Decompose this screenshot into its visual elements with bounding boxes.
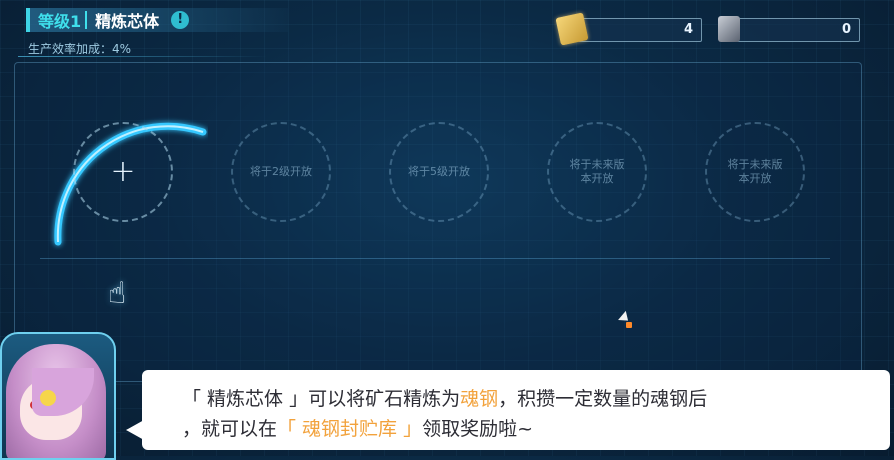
dialog-line-2: ，就可以在「 魂钢封贮库 」领取奖励啦~ bbox=[182, 414, 533, 441]
refine-slot-3: 将于5级开放 bbox=[389, 122, 489, 222]
resource-ore[interactable]: 4 bbox=[555, 12, 702, 46]
panel-divider bbox=[40, 258, 830, 259]
add-core-plus-icon: + bbox=[110, 154, 136, 189]
slot-2-label: 将于2级开放 bbox=[250, 165, 312, 178]
dialog-line-1: 「 精炼芯体 」可以将矿石精炼为魂钢，积攒一定数量的魂钢后 bbox=[182, 384, 707, 411]
resource-steel-count: 0 bbox=[841, 22, 851, 37]
refine-slot-2: 将于2级开放 bbox=[231, 122, 331, 222]
dialog-highlight-soul-steel: 魂钢 bbox=[460, 388, 499, 410]
title-separator bbox=[85, 11, 88, 29]
header-divider bbox=[18, 56, 268, 57]
tutorial-hand-pointer-icon: ☝ bbox=[108, 276, 127, 311]
dialog-text-2b: 领取奖励啦~ bbox=[422, 418, 534, 440]
mouse-cursor-badge bbox=[626, 322, 632, 328]
soul-steel-icon bbox=[718, 16, 740, 42]
refine-slot-5: 将于未来版本开放 bbox=[705, 122, 805, 222]
page-title: 精炼芯体 bbox=[95, 12, 160, 31]
smiley-pin-icon bbox=[40, 390, 56, 406]
production-bonus-text: 生产效率加成：4% bbox=[28, 42, 132, 56]
refine-slot-1[interactable]: + bbox=[73, 122, 173, 222]
resource-steel-box: 0 bbox=[736, 18, 860, 42]
slot-5-label: 将于未来版本开放 bbox=[727, 158, 783, 185]
level-label: 等级1 bbox=[38, 12, 82, 31]
ore-chip-icon bbox=[555, 12, 589, 46]
dialog-text-2a: ，就可以在 bbox=[182, 418, 278, 440]
refine-slot-4: 将于未来版本开放 bbox=[547, 122, 647, 222]
dialog-text-1b: ，积攒一定数量的魂钢后 bbox=[498, 388, 708, 410]
resource-ore-count: 4 bbox=[683, 22, 693, 37]
slot-4-label: 将于未来版本开放 bbox=[569, 158, 625, 185]
tutorial-dialog[interactable]: 「 精炼芯体 」可以将矿石精炼为魂钢，积攒一定数量的魂钢后 ，就可以在「 魂钢封… bbox=[126, 370, 890, 450]
resource-soul-steel[interactable]: 0 bbox=[714, 15, 860, 43]
title-bar: 等级1 精炼芯体 ! bbox=[26, 8, 288, 32]
info-icon[interactable]: ! bbox=[171, 11, 190, 29]
dialog-highlight-storage: 「 魂钢封贮库 」 bbox=[277, 418, 423, 440]
npc-avatar bbox=[0, 332, 116, 460]
resource-ore-box: 4 bbox=[578, 18, 702, 42]
slot-3-label: 将于5级开放 bbox=[408, 165, 470, 178]
dialog-text-1a: 「 精炼芯体 」可以将矿石精炼为 bbox=[182, 388, 461, 410]
